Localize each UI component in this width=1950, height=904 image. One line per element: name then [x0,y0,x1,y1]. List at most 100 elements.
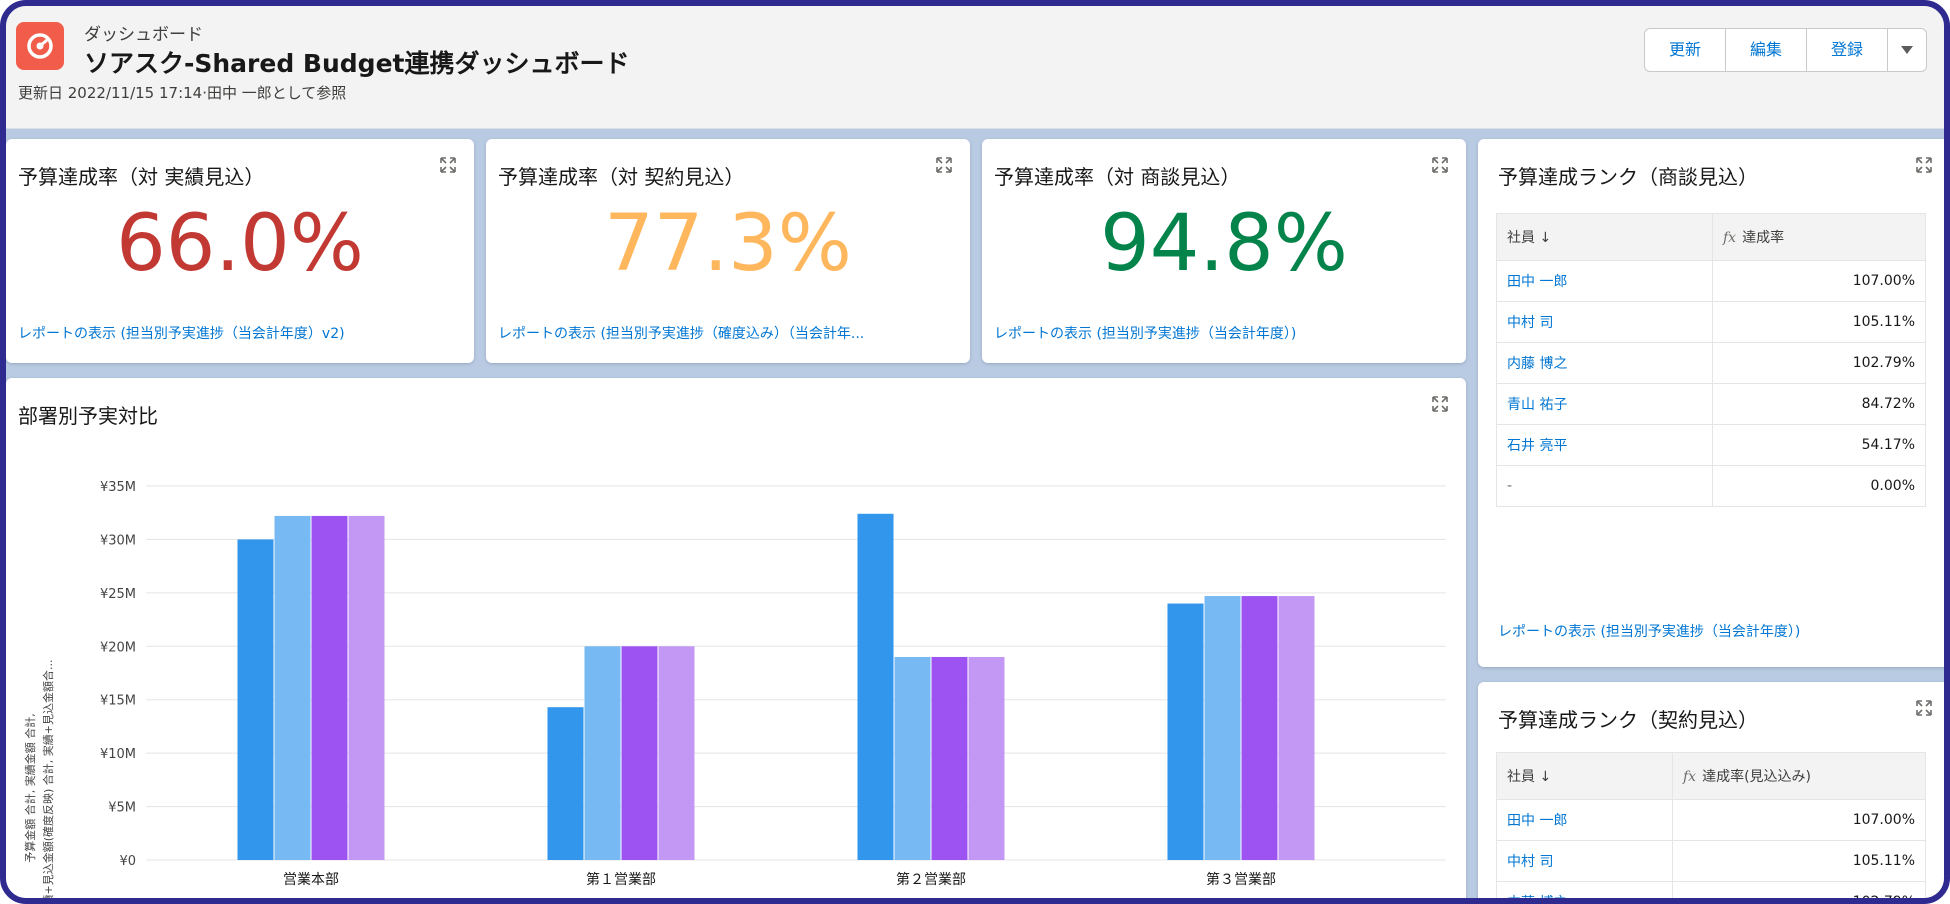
column-header-rate-label: 達成率(見込込み) [1702,769,1812,785]
dashboard-frame: ダッシュボード ソアスク-Shared Budget連携ダッシュボード 更新日 … [0,0,1950,904]
bar-chart: 予算金額 合計, 実績金額 合計, 実績+見込金額(確度反映) 合計, 実績+見… [23,480,1446,899]
metric-title: 予算達成率（対 契約見込） [498,165,745,189]
rank-title: 予算達成ランク（契約見込） [1498,708,1758,732]
x-category-label: 第３営業部 [1206,871,1276,888]
chart-bar[interactable] [1167,603,1204,860]
metric-card-contract: 予算達成率（対 契約見込） 77.3% レポートの表示 (担当別予実進捗（確度込… [486,139,970,363]
x-category-label: 営業本部 [283,872,339,888]
y-tick-label: ¥30M [100,533,136,548]
rate-value: 105.11% [1672,840,1926,882]
y-axis-label-line2: 実績+見込金額(確度反映) 合計, 実績+見込金額合... [41,660,55,899]
last-updated-text: 更新日 2022/11/15 17:14·田中 一郎として参照 [18,84,347,102]
metric-title: 予算達成率（対 商談見込） [994,165,1241,189]
expand-icon[interactable] [936,157,952,173]
metric-value: 94.8% [1100,199,1348,289]
y-tick-label: ¥25M [100,587,136,602]
column-header-rate-label: 達成率 [1742,230,1785,246]
y-tick-label: ¥35M [100,480,136,495]
table-row: 内藤 博之 102.79% [1496,881,1926,898]
expand-icon[interactable] [1916,700,1932,716]
expand-icon[interactable] [1916,157,1932,173]
expand-icon[interactable] [1432,157,1448,173]
refresh-button[interactable]: 更新 [1645,29,1726,71]
table-row: 青山 祐子 84.72% [1496,383,1926,425]
chart-categories: 営業本部 第１営業部 第２営業部 第３営業部 [283,871,1276,888]
view-report-link[interactable]: レポートの表示 (担当別予実進捗（確度込み）（当会計年... [498,323,960,343]
employee-name-link[interactable]: 中村 司 [1496,840,1673,882]
table-row: 田中 一郎 107.00% [1496,260,1926,302]
table-header-row: 社員 ↓ fx 達成率 [1496,213,1926,261]
column-header-rate[interactable]: fx 達成率 [1712,213,1926,261]
y-tick-label: ¥15M [100,694,136,709]
chart-bar[interactable] [547,707,584,860]
chart-bar[interactable] [1241,596,1278,860]
rank-title: 予算達成ランク（商談見込） [1498,165,1758,189]
metric-value: 66.0% [116,199,364,289]
chart-bar[interactable] [894,656,931,860]
more-actions-button[interactable] [1888,29,1926,71]
rank-card-contract: 予算達成ランク（契約見込） 社員 ↓ fx 達成率(見込込み) 田中 一郎 107.… [1478,682,1944,898]
metric-title: 予算達成率（対 実績見込） [18,165,265,189]
chart-bar[interactable] [621,646,658,860]
formula-icon: fx [1683,769,1697,785]
rank-card-deals: 予算達成ランク（商談見込） 社員 ↓ fx 達成率 田中 一郎 107.00% 中村… [1478,139,1944,667]
chart-bar[interactable] [274,515,311,860]
y-tick-label: ¥10M [100,747,136,762]
view-report-link[interactable]: レポートの表示 (担当別予実進捗（当会計年度）) [1498,621,1940,641]
chart-bar[interactable] [311,515,348,860]
y-tick-label: ¥20M [100,640,136,655]
chart-bar[interactable] [1278,596,1315,860]
chart-bar[interactable] [968,656,1005,860]
rank-table: 社員 ↓ fx 達成率 田中 一郎 107.00% 中村 司 105.11% 内藤 博… [1496,213,1926,507]
column-header-rate[interactable]: fx 達成率(見込込み) [1672,752,1926,800]
dashboard-gauge-icon [16,22,64,70]
chart-bar[interactable] [348,515,385,860]
page-subtitle: ダッシュボード [84,25,203,45]
x-category-label: 第２営業部 [896,871,966,888]
chart-card: 部署別予実対比 予算金額 合計, 実績金額 合計, 実績+見込金額(確度反映) … [6,378,1466,899]
subscribe-button[interactable]: 登録 [1807,29,1888,71]
rank-table: 社員 ↓ fx 達成率(見込込み) 田中 一郎 107.00% 中村 司 105.11… [1496,752,1926,898]
formula-icon: fx [1723,230,1737,246]
employee-name: - [1496,465,1713,507]
table-row: -0.00% [1496,465,1926,507]
table-header-row: 社員 ↓ fx 達成率(見込込み) [1496,752,1926,800]
chart-bar[interactable] [584,646,621,860]
rate-value: 102.79% [1712,342,1926,384]
table-row: 中村 司 105.11% [1496,840,1926,882]
table-row: 石井 亮平 54.17% [1496,424,1926,466]
view-report-link[interactable]: レポートの表示 (担当別予実進捗（当会計年度）v2) [18,323,464,343]
chart-bar[interactable] [237,539,274,860]
dashboard-header: ダッシュボード ソアスク-Shared Budget連携ダッシュボード 更新日 … [6,6,1944,129]
column-header-employee[interactable]: 社員 ↓ [1496,213,1713,261]
x-category-label: 第１営業部 [586,871,656,888]
rate-value: 105.11% [1712,301,1926,343]
table-row: 中村 司 105.11% [1496,301,1926,343]
edit-button[interactable]: 編集 [1726,29,1807,71]
chevron-down-icon [1901,46,1913,54]
rate-value: 84.72% [1712,383,1926,425]
employee-name-link[interactable]: 石井 亮平 [1496,424,1713,466]
y-axis-label-line1: 予算金額 合計, 実績金額 合計, [23,713,37,862]
employee-name-link[interactable]: 内藤 博之 [1496,881,1673,898]
chart-bar[interactable] [658,646,695,860]
rate-value: 107.00% [1672,799,1926,841]
view-report-link[interactable]: レポートの表示 (担当別予実進捗（当会計年度）) [994,323,1456,343]
rate-value: 107.00% [1712,260,1926,302]
column-header-employee[interactable]: 社員 ↓ [1496,752,1673,800]
chart-bars [237,513,1315,860]
rate-value: 54.17% [1712,424,1926,466]
rate-value: 0.00% [1712,465,1926,507]
employee-name-link[interactable]: 田中 一郎 [1496,799,1673,841]
expand-icon[interactable] [440,157,456,173]
metric-card-deals: 予算達成率（対 商談見込） 94.8% レポートの表示 (担当別予実進捗（当会計… [982,139,1466,363]
chart-bar[interactable] [931,656,968,860]
y-tick-label: ¥5M [108,801,136,816]
chart-bar[interactable] [1204,596,1241,860]
employee-name-link[interactable]: 田中 一郎 [1496,260,1713,302]
employee-name-link[interactable]: 青山 祐子 [1496,383,1713,425]
employee-name-link[interactable]: 中村 司 [1496,301,1713,343]
employee-name-link[interactable]: 内藤 博之 [1496,342,1713,384]
rate-value: 102.79% [1672,881,1926,898]
chart-bar[interactable] [857,513,894,860]
